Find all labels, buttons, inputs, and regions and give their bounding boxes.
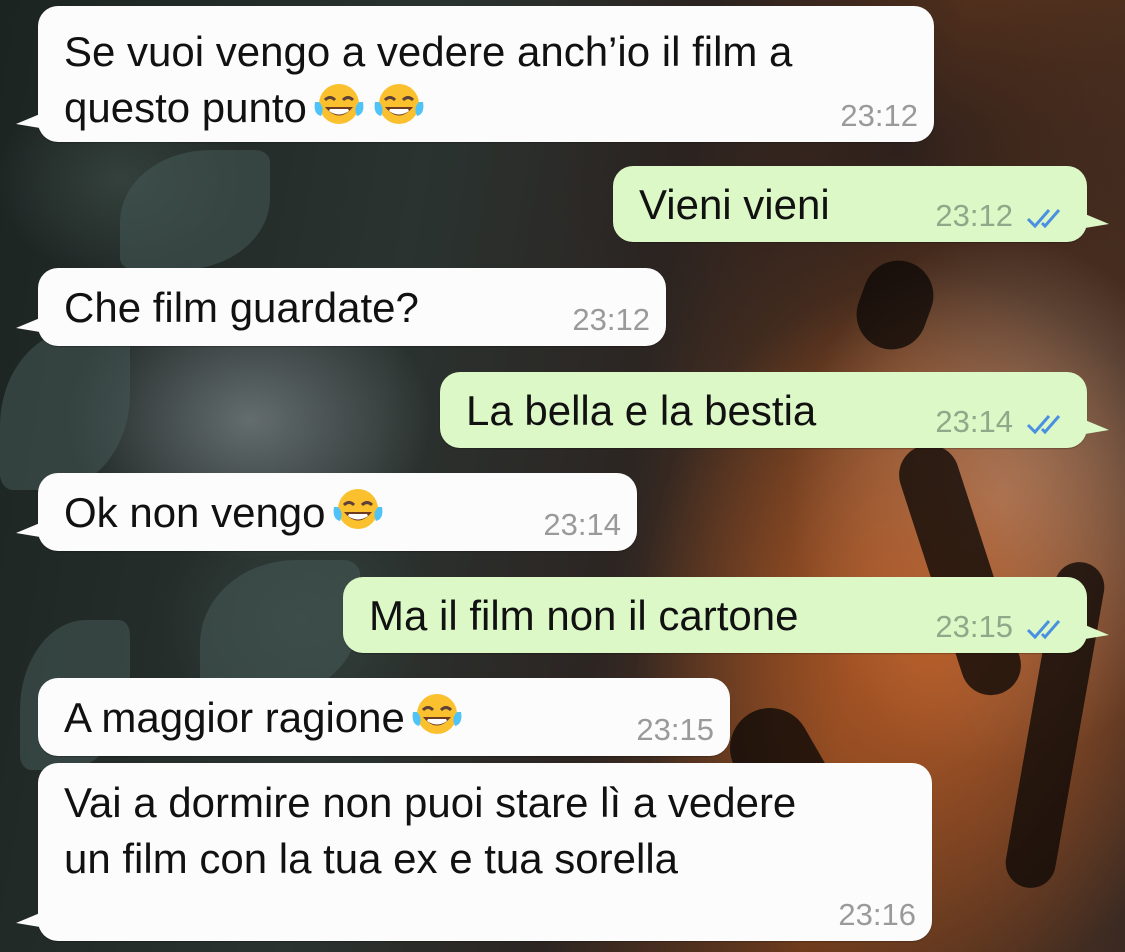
read-receipt-icon (1026, 620, 1061, 640)
face-with-tears-of-joy-icon (314, 84, 364, 124)
message-timestamp: 23:12 (935, 198, 1013, 233)
message-timestamp: 23:14 (543, 507, 621, 542)
bubble-tail (1085, 420, 1109, 434)
message-timestamp: 23:12 (572, 302, 650, 337)
message-text: Se vuoi vengo a vedere anch’io il film a… (64, 24, 792, 136)
bubble-tail (16, 913, 40, 927)
bubble-tail (16, 523, 40, 537)
message-list[interactable]: Se vuoi vengo a vedere anch’io il film a… (0, 0, 1125, 952)
message-text: Ok non vengo (64, 485, 386, 541)
outgoing-message-bubble[interactable]: Vieni vieni 23:12 (613, 166, 1109, 242)
message-text: Vai a dormire non puoi stare lì a vedere… (64, 775, 796, 887)
message-timestamp: 23:16 (838, 897, 916, 932)
bubble-tail (1085, 625, 1109, 639)
message-text-line: Vai a dormire non puoi stare lì a vedere (64, 779, 797, 826)
message-text: Ma il film non il cartone (369, 592, 799, 639)
message-text: Vieni vieni (639, 181, 830, 228)
message-text-line: Se vuoi vengo a vedere anch’io il film a (64, 28, 793, 75)
message-timestamp: 23:14 (935, 404, 1013, 439)
outgoing-message-bubble[interactable]: Ma il film non il cartone 23:15 (343, 577, 1109, 653)
face-with-tears-of-joy-icon (412, 694, 462, 734)
message-text-line: Ok non vengo (64, 489, 326, 536)
message-text: A maggior ragione (64, 690, 465, 746)
message-text-line: questo punto (64, 84, 307, 131)
message-text: Che film guardate? (64, 284, 419, 331)
face-with-tears-of-joy-icon (333, 489, 382, 529)
incoming-message-bubble[interactable]: Se vuoi vengo a vedere anch’io il film a… (16, 6, 934, 142)
message-timestamp: 23:15 (636, 712, 714, 747)
bubble-tail (1085, 214, 1109, 228)
message-timestamp: 23:12 (840, 98, 918, 133)
bubble-tail (16, 318, 40, 332)
outgoing-message-bubble[interactable]: La bella e la bestia 23:14 (440, 372, 1109, 448)
incoming-message-bubble[interactable]: Vai a dormire non puoi stare lì a vedere… (16, 763, 932, 941)
message-timestamp: 23:15 (935, 609, 1013, 644)
read-receipt-icon (1026, 415, 1061, 435)
incoming-message-bubble[interactable]: Che film guardate? 23:12 (16, 268, 666, 346)
message-text-line: un film con la tua ex e tua sorella (64, 835, 679, 882)
incoming-message-bubble[interactable]: Ok non vengo 23:14 (16, 473, 637, 551)
read-receipt-icon (1026, 209, 1061, 229)
message-text-line: A maggior ragione (64, 694, 405, 741)
bubble-tail (16, 114, 40, 128)
incoming-message-bubble[interactable]: A maggior ragione 23:15 (38, 678, 730, 756)
message-text: La bella e la bestia (466, 387, 817, 434)
face-with-tears-of-joy-icon (374, 84, 424, 124)
